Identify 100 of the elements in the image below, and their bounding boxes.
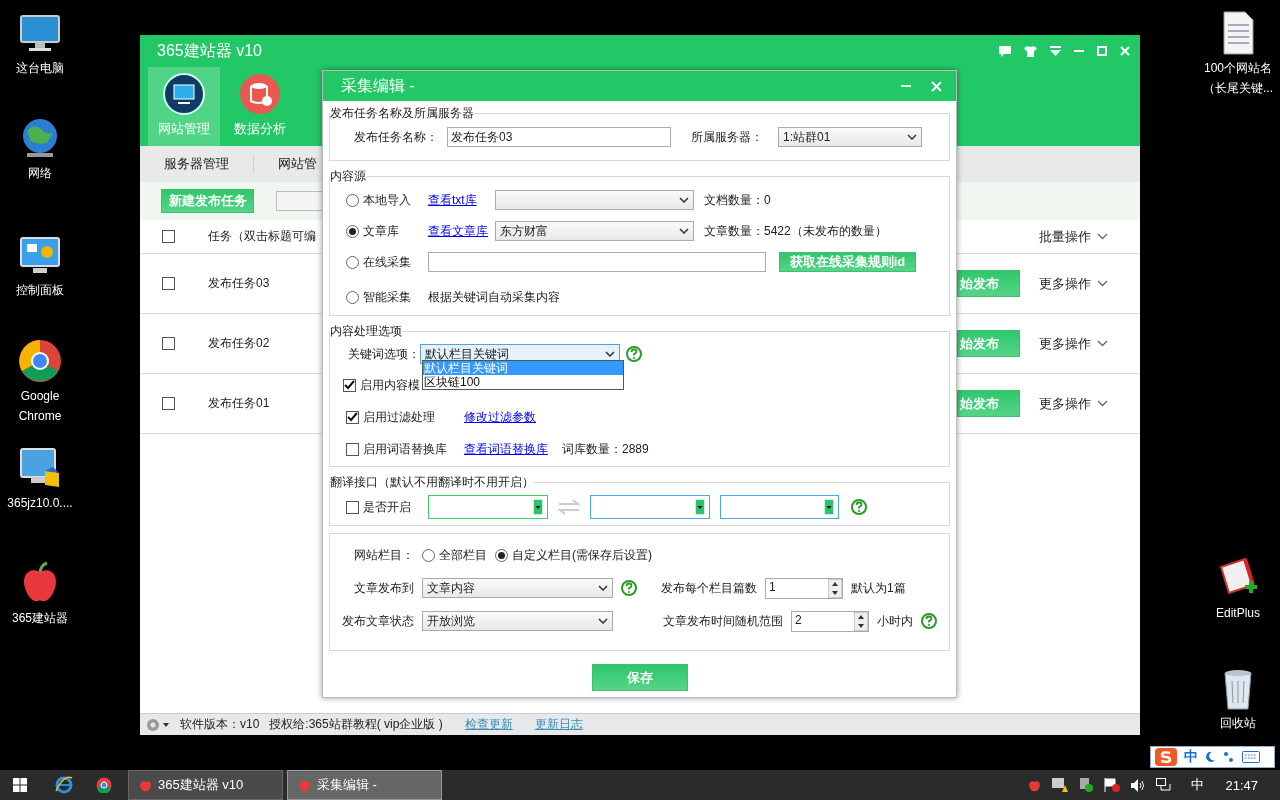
radio-label[interactable]: 全部栏目: [439, 546, 487, 564]
flag-icon[interactable]: [1104, 778, 1121, 792]
radio-label[interactable]: 本地导入: [363, 191, 411, 209]
filter-settings-link[interactable]: 修改过滤参数: [464, 408, 536, 426]
help-icon[interactable]: [851, 499, 867, 515]
checkbox[interactable]: [162, 337, 175, 350]
task-name: 发布任务03: [208, 275, 271, 292]
rule-id-field[interactable]: [428, 252, 766, 272]
checkbox-label[interactable]: 启用词语替换库: [363, 440, 447, 458]
field-label: 关键词选项：: [347, 345, 414, 363]
ime-mode[interactable]: 中: [1184, 748, 1198, 766]
radio-label[interactable]: 文章库: [363, 222, 399, 240]
status-select[interactable]: 开放浏览: [422, 611, 613, 631]
spinner-arrows-icon[interactable]: [828, 578, 842, 598]
keyboard-icon[interactable]: [1242, 751, 1260, 763]
count-spinner[interactable]: 1: [765, 577, 843, 599]
taskbar-button[interactable]: 365建站器 v10: [128, 770, 283, 800]
more-actions-menu[interactable]: 更多操作: [1039, 274, 1091, 293]
group-title: 翻译接口（默认不用翻译时不用开启）: [330, 474, 534, 491]
desktop-icon-label[interactable]: Google: [20, 388, 60, 404]
taskbar-button[interactable]: 采集编辑 -: [287, 770, 442, 800]
field-label: 网站栏目：: [353, 546, 414, 564]
desktop-icon-label[interactable]: 这台电脑: [16, 60, 64, 76]
apple-icon: [139, 778, 152, 792]
field-label: 文章发布到: [353, 579, 414, 597]
volume-icon[interactable]: [1131, 778, 1146, 792]
target-select[interactable]: 文章内容: [422, 578, 613, 598]
input-mode[interactable]: 中: [1191, 776, 1205, 794]
help-icon[interactable]: [921, 613, 937, 629]
chevron-down-icon: [679, 197, 689, 203]
dropdown-option[interactable]: 区块链100: [423, 375, 481, 389]
windows-start-icon[interactable]: [13, 778, 27, 792]
clock[interactable]: 21:47: [1225, 777, 1258, 793]
moon-icon[interactable]: [1205, 751, 1216, 763]
help-icon[interactable]: [621, 580, 637, 596]
view-txt-link[interactable]: 查看txt库: [428, 191, 495, 209]
view-library-link[interactable]: 查看文章库: [428, 222, 495, 240]
desktop-icon-label[interactable]: 100个网站名: [1204, 60, 1272, 76]
checkmark-icon: [347, 412, 358, 422]
help-icon[interactable]: [626, 346, 642, 362]
task-name-field[interactable]: 发布任务03: [447, 127, 671, 147]
checkbox[interactable]: [162, 397, 175, 410]
desktop-icon-label[interactable]: Chrome: [18, 408, 62, 424]
more-actions-menu[interactable]: 更多操作: [1039, 334, 1091, 353]
chevron-down-icon: [1097, 233, 1108, 240]
spinner-arrows-icon[interactable]: [854, 611, 868, 631]
chevron-down-icon: [1097, 340, 1108, 347]
radio-button[interactable]: [495, 548, 508, 562]
field-label: 发布每个栏目篇数: [660, 579, 757, 597]
desktop-icon-label[interactable]: EditPlus: [1216, 605, 1260, 621]
checkbox[interactable]: [346, 500, 359, 514]
desktop-icon-label[interactable]: 365建站器: [12, 610, 68, 626]
window-title: 365建站器 v10: [157, 40, 262, 61]
punctuation-icon[interactable]: [1223, 751, 1235, 763]
server-select[interactable]: 1:站群01: [778, 127, 922, 147]
network-icon[interactable]: [1156, 778, 1173, 792]
ie-browser-icon[interactable]: [55, 776, 73, 794]
checkbox[interactable]: [162, 277, 175, 290]
radio-button[interactable]: [346, 255, 359, 269]
library-select[interactable]: 东方财富: [495, 221, 694, 241]
group-title: 发布任务名称及所属服务器: [330, 105, 474, 122]
hint-text: 小时内: [877, 612, 913, 630]
batch-actions-menu[interactable]: 批量操作: [1039, 227, 1091, 246]
replace-library-link[interactable]: 查看词语替换库: [464, 440, 548, 458]
field-label: 所属服务器：: [691, 128, 764, 146]
chevron-down-icon: [598, 585, 608, 591]
checkbox[interactable]: [343, 378, 356, 392]
radio-button[interactable]: [346, 290, 359, 304]
warning-icon[interactable]: [1052, 778, 1069, 792]
desktop-icon-label[interactable]: 控制面板: [16, 282, 64, 298]
ime-logo-icon[interactable]: [1155, 748, 1177, 766]
checkbox-label[interactable]: 启用内容模: [360, 376, 420, 394]
checkbox[interactable]: [346, 410, 359, 424]
license-text: 授权给:365站群教程( vip企业版 ): [269, 716, 443, 733]
more-actions-menu[interactable]: 更多操作: [1039, 394, 1091, 413]
checkbox[interactable]: [346, 442, 359, 456]
radio-label[interactable]: 在线采集: [363, 253, 411, 271]
field-label: 发布文章状态: [341, 612, 414, 630]
dialog-title: 采集编辑 -: [341, 75, 416, 96]
radio-label[interactable]: 智能采集: [363, 288, 411, 306]
chevron-down-icon: [605, 351, 615, 357]
chrome-icon: [17, 338, 63, 384]
shield-icon[interactable]: [1079, 778, 1094, 792]
checkbox-label[interactable]: 是否开启: [363, 498, 411, 516]
settings-icon[interactable]: [146, 717, 170, 732]
radio-button[interactable]: [422, 548, 435, 562]
checkbox-label[interactable]: 启用过滤处理: [363, 408, 435, 426]
desktop-icon-label[interactable]: 网络: [28, 165, 52, 181]
desktop-icon-label[interactable]: 365jz10.0....: [7, 495, 73, 511]
chevron-down-icon: [598, 618, 608, 624]
radio-button[interactable]: [346, 224, 359, 238]
checkbox[interactable]: [162, 230, 175, 243]
desktop-icon-label[interactable]: 回收站: [1220, 715, 1256, 731]
radio-button[interactable]: [346, 193, 359, 207]
sub-tab[interactable]: 服务器管理: [140, 154, 254, 174]
range-spinner[interactable]: 2: [791, 610, 869, 632]
desktop-icon-label[interactable]: （长尾关键...: [1203, 80, 1273, 96]
group-title: 内容处理选项: [330, 323, 402, 340]
radio-label[interactable]: 自定义栏目(需保存后设置): [512, 546, 652, 564]
chrome-icon[interactable]: [96, 777, 112, 793]
